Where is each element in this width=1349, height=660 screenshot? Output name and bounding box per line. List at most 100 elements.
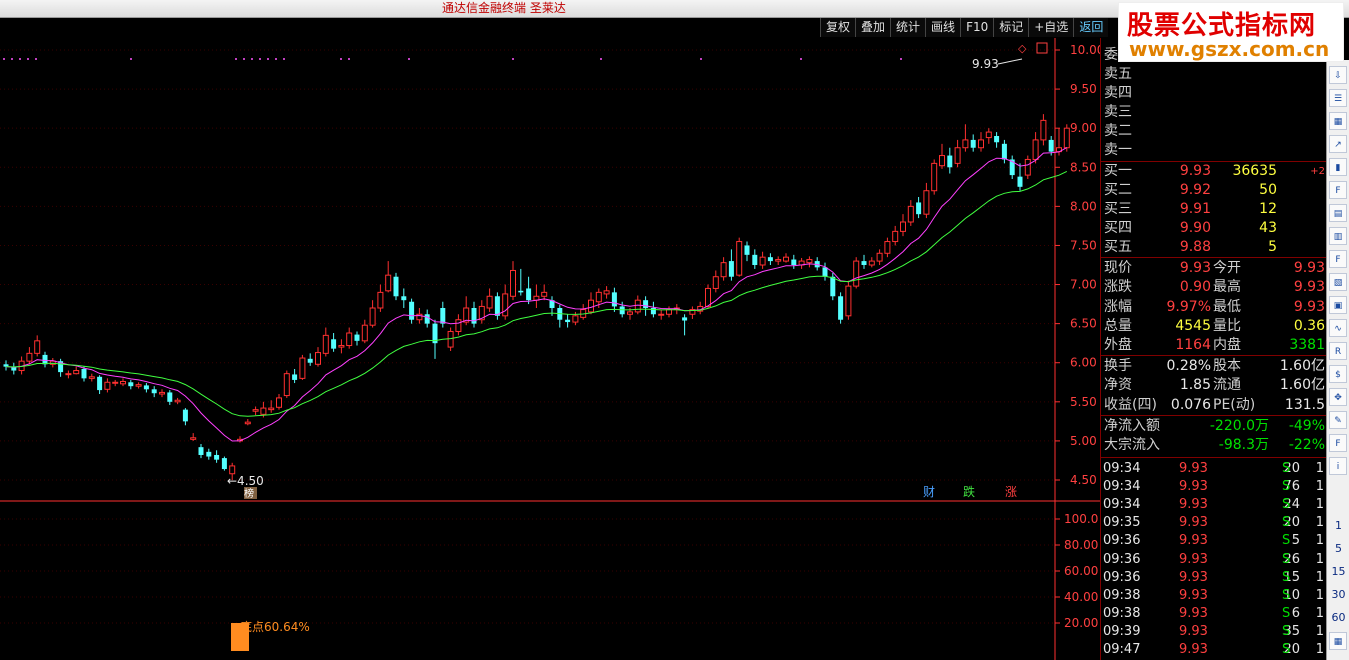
info-icon[interactable]: i	[1329, 457, 1347, 475]
quote-label: 最低	[1213, 298, 1241, 315]
toolbar-button[interactable]: 返回	[1073, 18, 1109, 37]
tick-price: 9.93	[1179, 623, 1208, 639]
grid-icon[interactable]: ▦	[1329, 112, 1347, 130]
tick-count: 1	[1315, 623, 1324, 639]
diamond-icon[interactable]: ◇	[1018, 42, 1027, 55]
event-tag[interactable]: 跌	[963, 484, 975, 499]
candle	[978, 139, 984, 149]
trend-icon[interactable]: ↗	[1329, 135, 1347, 153]
flow-label: 净流入额	[1104, 418, 1160, 434]
period-button[interactable]: 30	[1327, 588, 1349, 601]
tick-side: S	[1282, 623, 1291, 639]
candle	[104, 381, 111, 390]
low-price-label: ←4.50	[227, 474, 264, 488]
window-icon[interactable]	[1036, 42, 1048, 54]
period-button[interactable]: 15	[1327, 565, 1349, 578]
f10-icon[interactable]: F	[1329, 181, 1347, 199]
calendar-icon[interactable]: ▦	[1329, 632, 1347, 650]
candle	[307, 358, 313, 363]
tick-price: 9.93	[1179, 533, 1208, 549]
price-tick-label: 7.50	[1070, 238, 1097, 252]
candle	[244, 421, 251, 425]
toolbar-button[interactable]: 统计	[890, 18, 926, 37]
tick-side: S	[1282, 515, 1291, 531]
candle	[299, 357, 306, 379]
event-tag[interactable]: 涨	[1005, 484, 1017, 499]
candle	[752, 254, 758, 265]
panel-row: 换手 0.28% 股本 1.60亿	[1101, 357, 1327, 376]
candle	[627, 311, 633, 315]
quote-panel: 委卖五 卖四 卖三 卖二 卖一 买一 9.93 36635 +2 买二 9.92 50 买三 9.91 12…	[1100, 38, 1327, 660]
tick-count: 1	[1315, 533, 1324, 549]
tick-time: 09:36	[1103, 533, 1141, 549]
trade-tick-row: 09:38 9.93 6 S 1	[1101, 604, 1327, 623]
event-marker	[600, 58, 602, 60]
toolbar-button[interactable]: 叠加	[855, 18, 891, 37]
down-arrow-icon[interactable]: ⇩	[1329, 66, 1347, 84]
period-button[interactable]: 1	[1327, 519, 1349, 532]
ask-level-label: 卖四	[1104, 85, 1132, 101]
fundamental-label: PE(动)	[1213, 396, 1256, 413]
candle	[728, 261, 734, 277]
pen-icon[interactable]: ✎	[1329, 411, 1347, 429]
candle	[486, 295, 493, 309]
candle	[151, 389, 157, 394]
event-marker	[130, 58, 132, 60]
f12-icon[interactable]: F	[1329, 250, 1347, 268]
event-marker	[348, 58, 350, 60]
event-marker	[3, 58, 5, 60]
toolbar-button[interactable]: F10	[960, 18, 994, 37]
sheet-icon[interactable]: ▧	[1329, 273, 1347, 291]
candle	[315, 352, 321, 365]
trade-tick-row: 09:34 9.93 24 S 1	[1101, 495, 1327, 514]
event-marker	[11, 58, 13, 60]
flow-value: -220.0万	[1209, 418, 1269, 434]
candle	[81, 368, 87, 379]
tick-time: 09:34	[1103, 479, 1141, 495]
period-button[interactable]: 5	[1327, 542, 1349, 555]
wave-icon[interactable]: ∿	[1329, 319, 1347, 337]
f5-icon[interactable]: F	[1329, 434, 1347, 452]
candle	[221, 458, 227, 470]
candle	[861, 261, 867, 265]
candle	[346, 332, 353, 347]
panel-row: 外盘 1164 内盘 3381	[1101, 336, 1327, 355]
box-icon[interactable]: ▣	[1329, 296, 1347, 314]
candle	[931, 162, 938, 192]
event-tag[interactable]: 财	[923, 485, 935, 499]
panel-row: 买五 9.88 5	[1101, 238, 1327, 257]
quote-label: 内盘	[1213, 337, 1241, 354]
event-marker	[700, 58, 702, 60]
page-icon[interactable]: ▤	[1329, 204, 1347, 222]
bid-level-label: 买五	[1104, 239, 1132, 255]
move-icon[interactable]: ✥	[1329, 388, 1347, 406]
rsi-icon[interactable]: R	[1329, 342, 1347, 360]
toolbar-button[interactable]: 标记	[993, 18, 1029, 37]
event-marker	[243, 58, 245, 60]
quote-value: 0.36	[1293, 317, 1325, 334]
kline-icon[interactable]: ▮	[1329, 158, 1347, 176]
bid-price: 9.92	[1179, 182, 1211, 198]
panel-row: 净资 1.85 流通 1.60亿	[1101, 376, 1327, 395]
list-icon[interactable]: ☰	[1329, 89, 1347, 107]
bid-price: 9.93	[1179, 163, 1211, 179]
trade-tick-row: 09:39 9.93 35 S 1	[1101, 622, 1327, 641]
bid-price: 9.90	[1179, 220, 1211, 236]
candle	[985, 131, 992, 139]
candle	[73, 370, 80, 375]
s-icon[interactable]: $	[1329, 365, 1347, 383]
bid-qty: 36635	[1232, 163, 1277, 179]
period-button[interactable]: 60	[1327, 611, 1349, 624]
candle	[994, 136, 1000, 143]
doc-icon[interactable]: ▥	[1329, 227, 1347, 245]
candle	[331, 339, 337, 349]
toolbar-button[interactable]: +自选	[1028, 18, 1074, 37]
toolbar-button[interactable]: 复权	[820, 18, 856, 37]
toolbar-button[interactable]: 画线	[925, 18, 961, 37]
kline-chart[interactable]: 10.00 9.50 9.00 8.50 8.00 7.50 7.00 6.50 6.00 5.5…	[0, 38, 1100, 660]
candle	[494, 296, 500, 316]
candle	[447, 330, 454, 348]
fundamental-value: 1.60亿	[1279, 377, 1325, 394]
candle	[120, 380, 126, 385]
tick-side: S	[1282, 605, 1291, 621]
